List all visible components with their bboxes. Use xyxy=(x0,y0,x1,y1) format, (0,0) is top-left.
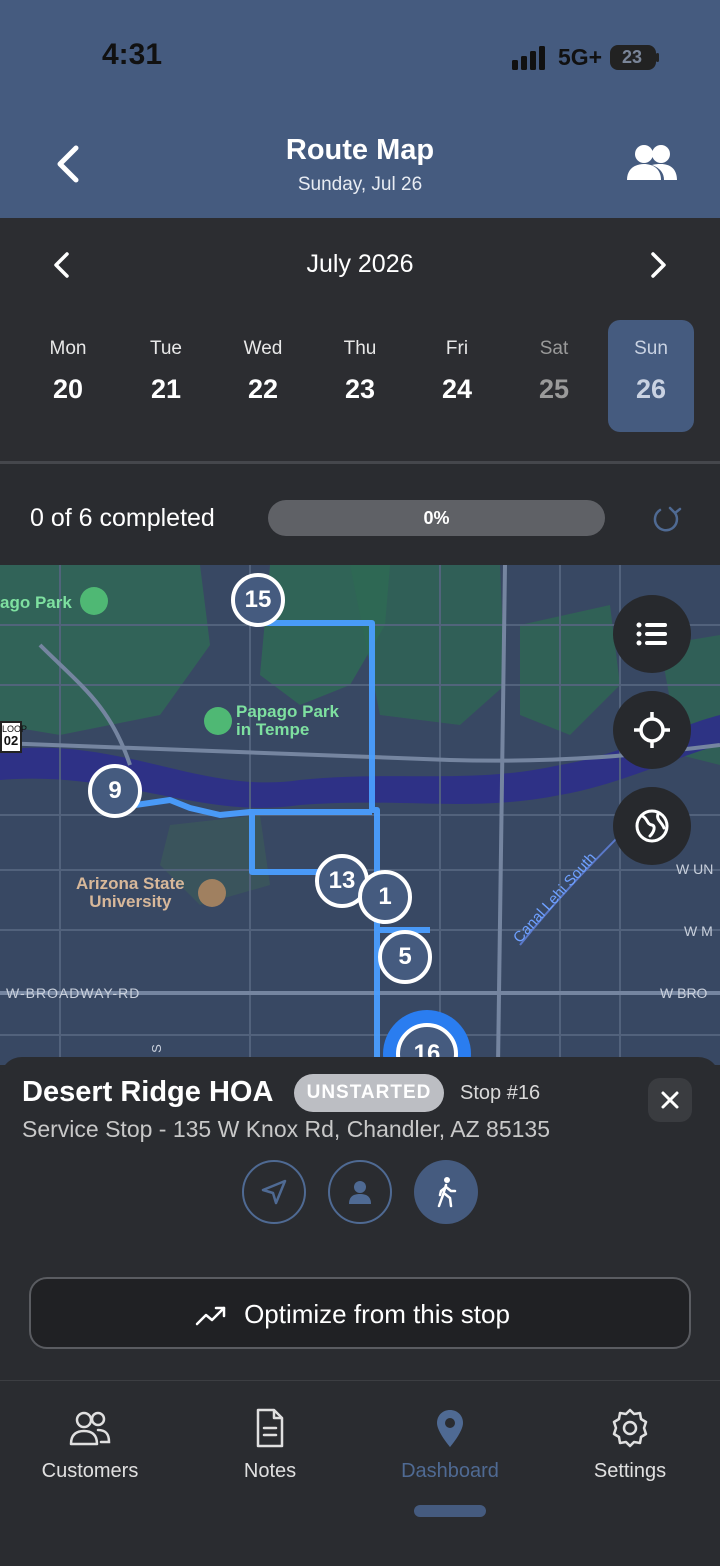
users-icon xyxy=(69,1411,111,1446)
navigation-arrow-icon xyxy=(261,1179,287,1205)
battery-icon: 23 xyxy=(610,45,656,70)
completed-count: 0 of 6 completed xyxy=(30,504,215,532)
day-number: 26 xyxy=(635,374,667,404)
battery-level: 23 xyxy=(622,47,643,67)
day-of-week: Thu xyxy=(343,338,377,359)
tab-dashboard[interactable]: Dashboard xyxy=(360,1408,540,1483)
day-sun-selected[interactable]: Sun 26 xyxy=(608,320,694,432)
stop-name: Desert Ridge HOA xyxy=(22,1076,274,1108)
status-time: 4:31 xyxy=(102,38,163,71)
map-label-line: in Tempe xyxy=(236,720,310,739)
map-label-line: University xyxy=(89,892,172,911)
day-tue[interactable]: Tue 21 xyxy=(123,320,209,432)
start-walk-button[interactable] xyxy=(414,1160,478,1224)
document-icon xyxy=(256,1408,284,1448)
map-label-papago: Papago Park in Tempe xyxy=(236,703,339,739)
day-number: 24 xyxy=(441,374,473,404)
page-title: Route Map xyxy=(285,134,435,166)
next-month-icon[interactable] xyxy=(644,250,672,280)
close-icon xyxy=(661,1091,679,1109)
customer-button[interactable] xyxy=(328,1160,392,1224)
tab-label: Customers xyxy=(41,1460,139,1482)
day-mon[interactable]: Mon 20 xyxy=(25,320,111,432)
navigate-button[interactable] xyxy=(242,1160,306,1224)
tab-label: Settings xyxy=(593,1460,667,1482)
park-icon xyxy=(80,587,108,615)
stop-marker-15[interactable]: 15 xyxy=(231,573,285,627)
day-fri[interactable]: Fri 24 xyxy=(414,320,500,432)
globe-icon xyxy=(635,809,669,843)
stop-marker-5[interactable]: 5 xyxy=(378,930,432,984)
battery-cap xyxy=(656,53,659,62)
list-icon xyxy=(636,622,667,646)
month-label: July 2026 xyxy=(306,250,414,278)
team-icon[interactable] xyxy=(624,142,680,186)
map-label-wun: W UN xyxy=(676,861,714,877)
optimize-route-button[interactable]: Optimize from this stop xyxy=(29,1277,691,1349)
gear-icon xyxy=(612,1408,648,1448)
map-label-line: Papago Park xyxy=(236,702,339,721)
map-label-wm: W M xyxy=(684,923,713,939)
day-number: 21 xyxy=(150,374,182,404)
map-label-broadway: W-BROADWAY-RD xyxy=(6,985,141,1001)
day-wed[interactable]: Wed 22 xyxy=(220,320,306,432)
list-view-button[interactable] xyxy=(613,595,691,673)
person-icon xyxy=(349,1181,371,1204)
day-number: 22 xyxy=(247,374,279,404)
loop-shield: LOOP 02 xyxy=(0,721,27,753)
map-label-line: Arizona State xyxy=(76,874,185,893)
map-label-asu: Arizona State University xyxy=(76,875,185,911)
progress-bar: 0% xyxy=(268,500,605,536)
tab-settings[interactable]: Settings xyxy=(540,1408,720,1483)
stop-number: Stop #16 xyxy=(460,1082,541,1104)
day-of-week: Sun xyxy=(634,338,668,359)
refresh-icon[interactable] xyxy=(650,504,682,536)
tab-label: Notes xyxy=(243,1460,297,1482)
day-of-week: Mon xyxy=(49,338,87,359)
map-label-s: S xyxy=(148,1044,164,1053)
loop-number: 02 xyxy=(3,733,19,748)
day-of-week: Wed xyxy=(243,338,283,359)
stop-marker-9[interactable]: 9 xyxy=(88,764,142,818)
close-button[interactable] xyxy=(648,1078,692,1122)
map-label-park-left: ago Park xyxy=(0,593,72,612)
progress-percent: 0% xyxy=(423,508,450,528)
optimize-label: Optimize from this stop xyxy=(244,1299,510,1329)
network-type: 5G+ xyxy=(558,44,603,70)
day-number: 20 xyxy=(52,374,84,404)
walking-icon xyxy=(437,1177,457,1208)
day-number: 25 xyxy=(538,374,570,404)
tab-customers[interactable]: Customers xyxy=(0,1408,180,1483)
day-of-week: Sat xyxy=(539,338,569,359)
status-badge: UNSTARTED xyxy=(294,1074,444,1112)
locate-me-button[interactable] xyxy=(613,691,691,769)
active-tab-indicator xyxy=(414,1505,486,1517)
page-subtitle: Sunday, Jul 26 xyxy=(297,174,423,195)
map-type-button[interactable] xyxy=(613,787,691,865)
map-label-wbro: W BRO xyxy=(660,985,708,1001)
stop-address: Service Stop - 135 W Knox Rd, Chandler, … xyxy=(22,1116,551,1142)
day-of-week: Fri xyxy=(445,338,469,359)
route-map[interactable]: ago Park Papago Park in Tempe Arizona St… xyxy=(0,565,720,1065)
day-sat[interactable]: Sat 25 xyxy=(511,320,597,432)
signal-icon xyxy=(512,46,545,70)
tab-notes[interactable]: Notes xyxy=(180,1408,360,1483)
park-icon xyxy=(204,707,232,735)
day-number: 23 xyxy=(344,374,376,404)
crosshair-icon xyxy=(634,712,670,748)
tab-label: Dashboard xyxy=(401,1460,499,1482)
stop-marker-1[interactable]: 1 xyxy=(358,870,412,924)
map-pin-icon xyxy=(437,1410,463,1447)
day-thu[interactable]: Thu 23 xyxy=(317,320,403,432)
day-of-week: Tue xyxy=(149,338,183,359)
university-icon xyxy=(198,879,226,907)
